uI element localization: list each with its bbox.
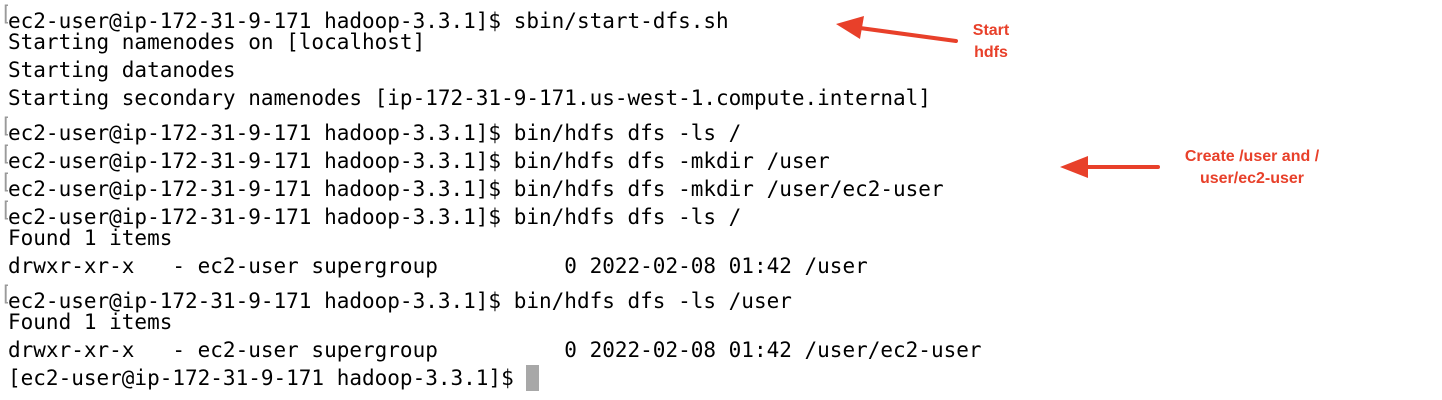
annotation-start-hdfs-line1: Start [972,22,1010,39]
annotation-start-hdfs-line2: hdfs [974,44,1008,61]
line-text: Starting datanodes [8,58,236,82]
arrow-create-user-icon [1060,156,1160,178]
terminal-window[interactable]: [ec2-user@ip-172-31-9-171 hadoop-3.3.1]$… [0,0,1442,400]
terminal-line: Found 1 items [0,308,172,336]
terminal-line: Starting secondary namenodes [ip-172-31-… [0,84,931,112]
line-prefix: [ [0,0,8,28]
arrow-start-hdfs-icon [836,16,958,43]
line-prefix: [ [0,168,8,196]
line-prefix: [ [0,196,8,224]
prompt-text: [ec2-user@ip-172-31-9-171 hadoop-3.3.1]$ [8,366,527,390]
line-text: Found 1 items [8,226,173,250]
line-text: drwxr-xr-x - ec2-user supergroup 0 2022-… [8,338,982,362]
line-text: drwxr-xr-x - ec2-user supergroup 0 2022-… [8,254,868,278]
annotation-create-user-line2: user/ec2-user [1199,170,1305,187]
terminal-line: [ec2-user@ip-172-31-9-171 hadoop-3.3.1]$… [0,140,830,173]
text-cursor [526,364,540,391]
terminal-line: [ec2-user@ip-172-31-9-171 hadoop-3.3.1]$… [0,280,792,313]
line-text: Starting secondary namenodes [ip-172-31-… [8,86,931,110]
terminal-line: [ec2-user@ip-172-31-9-171 hadoop-3.3.1]$… [0,0,729,33]
terminal-line: [ec2-user@ip-172-31-9-171 hadoop-3.3.1]$… [0,112,741,145]
terminal-prompt-line[interactable]: [ec2-user@ip-172-31-9-171 hadoop-3.3.1]$ [0,364,540,392]
terminal-line: drwxr-xr-x - ec2-user supergroup 0 2022-… [0,252,868,280]
line-text: Found 1 items [8,310,173,334]
terminal-line: Starting namenodes on [localhost] [0,28,425,56]
terminal-line: [ec2-user@ip-172-31-9-171 hadoop-3.3.1]$… [0,196,741,229]
terminal-line: Starting datanodes [0,56,236,84]
line-prefix: [ [0,280,8,308]
annotation-start-hdfs: Start hdfs [958,20,1024,64]
annotation-create-user: Create /user and / user/ec2-user [1162,146,1342,190]
annotation-create-user-line1: Create /user and / [1184,148,1320,165]
terminal-line: Found 1 items [0,224,172,252]
terminal-line: [ec2-user@ip-172-31-9-171 hadoop-3.3.1]$… [0,168,944,201]
line-prefix: [ [0,112,8,140]
line-prefix: [ [0,140,8,168]
terminal-line: drwxr-xr-x - ec2-user supergroup 0 2022-… [0,336,982,364]
line-text: Starting namenodes on [localhost] [8,30,426,54]
